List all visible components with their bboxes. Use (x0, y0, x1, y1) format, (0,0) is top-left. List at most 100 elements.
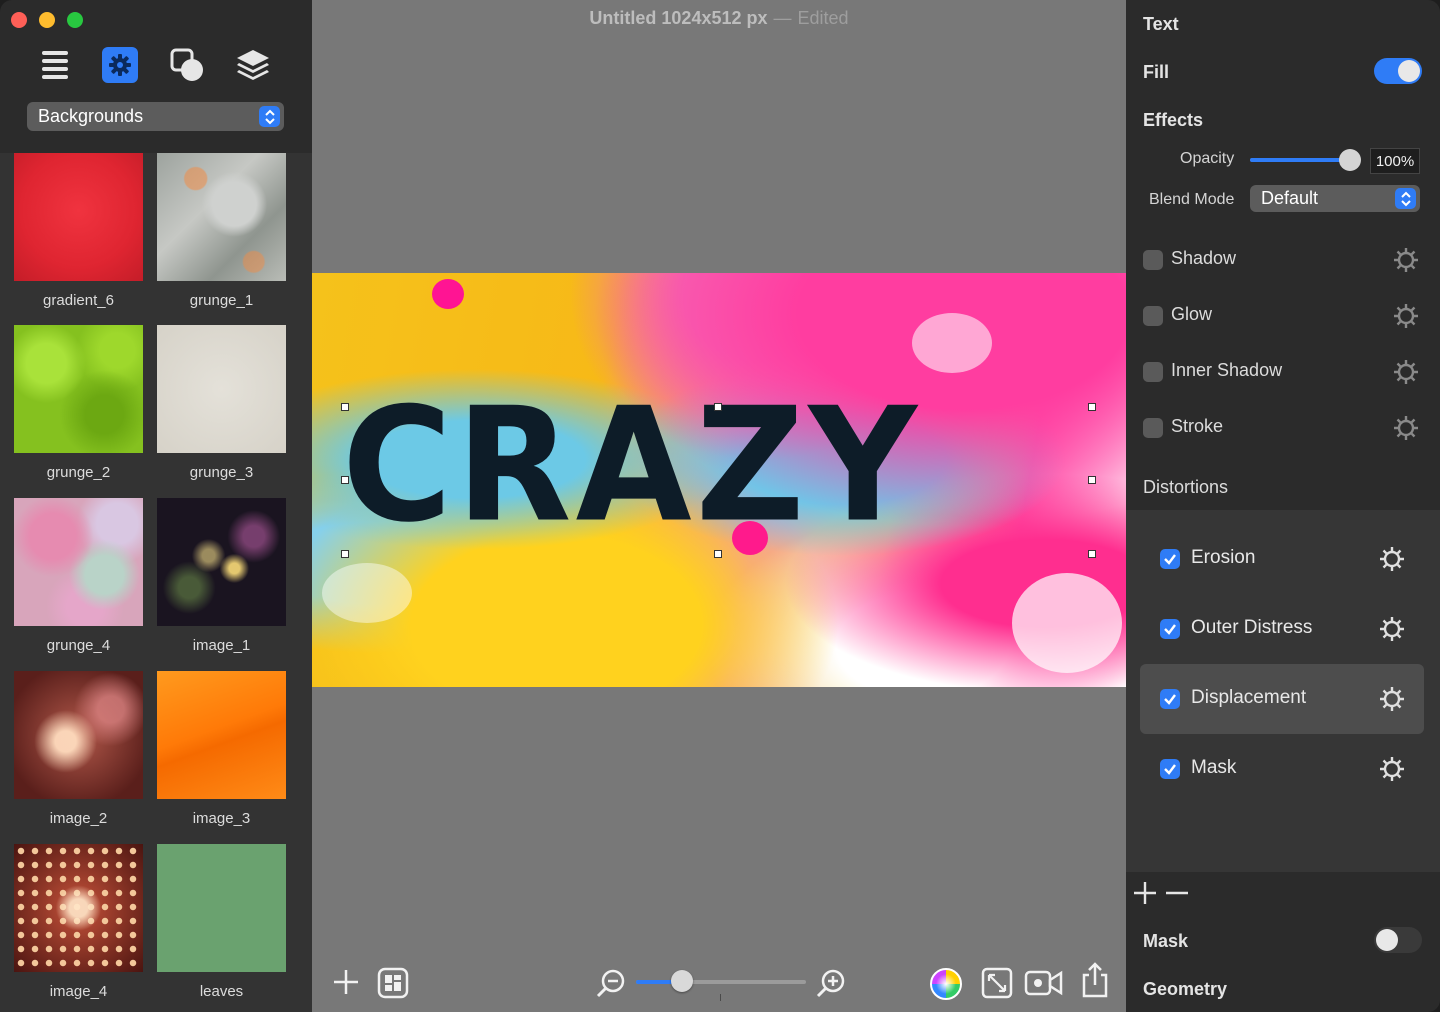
stroke-checkbox[interactable] (1143, 418, 1163, 438)
blend-mode-select[interactable]: Default (1250, 185, 1420, 212)
thumbnail-image (157, 844, 286, 972)
library-item[interactable]: grunge_3 (157, 325, 286, 481)
resize-handle[interactable] (1088, 403, 1096, 411)
grid-layout-icon[interactable] (376, 966, 410, 1000)
opacity-slider-knob[interactable] (1339, 149, 1361, 171)
resize-handle[interactable] (1088, 550, 1096, 558)
library-item[interactable]: image_1 (157, 498, 286, 654)
gear-icon[interactable] (102, 47, 138, 83)
gear-icon[interactable] (1378, 755, 1406, 788)
mask-checkbox[interactable] (1160, 759, 1180, 779)
displacement-checkbox[interactable] (1160, 689, 1180, 709)
remove-icon[interactable] (1164, 880, 1190, 911)
distortion-label: Outer Distress (1191, 617, 1313, 638)
resize-handle[interactable] (714, 550, 722, 558)
thumbnail-image (14, 671, 143, 799)
library-item-label: grunge_3 (189, 464, 254, 481)
category-select[interactable]: Backgrounds (27, 102, 284, 131)
library-item[interactable]: grunge_1 (157, 153, 286, 309)
distortion-row-displacement[interactable]: Displacement (1140, 664, 1424, 734)
distortion-row-mask[interactable]: Mask (1140, 734, 1424, 804)
resize-handle[interactable] (1088, 476, 1096, 484)
toggle-knob (1398, 60, 1420, 82)
gear-icon[interactable] (1392, 302, 1420, 335)
shadow-checkbox[interactable] (1143, 250, 1163, 270)
zoom-in-icon[interactable] (814, 966, 848, 1000)
geometry-section-title[interactable]: Geometry (1143, 979, 1227, 1000)
opacity-slider[interactable] (1250, 149, 1361, 171)
zoom-slider-knob[interactable] (670, 970, 693, 992)
resize-handle[interactable] (341, 476, 349, 484)
zoom-slider[interactable] (636, 970, 806, 992)
thumbnail-image (14, 498, 143, 626)
layers-icon[interactable] (234, 46, 272, 84)
effect-label: Stroke (1171, 416, 1224, 436)
library-item[interactable]: grunge_2 (14, 325, 143, 481)
effect-row-inner-shadow[interactable]: Inner Shadow (1126, 352, 1440, 392)
opacity-value-field[interactable]: 100% (1370, 148, 1420, 174)
resize-handle[interactable] (341, 550, 349, 558)
resize-canvas-icon[interactable] (980, 966, 1014, 1000)
library-item[interactable]: image_2 (14, 671, 143, 827)
category-select-label: Backgrounds (38, 106, 144, 126)
effect-row-shadow[interactable]: Shadow (1126, 240, 1440, 280)
library-item[interactable]: image_4 (14, 844, 143, 1000)
thumbnail-image (157, 153, 286, 281)
glow-checkbox[interactable] (1143, 306, 1163, 326)
paint-splash (1012, 573, 1122, 673)
effect-row-glow[interactable]: Glow (1126, 296, 1440, 336)
paint-splash (322, 563, 412, 623)
fill-toggle[interactable] (1374, 58, 1422, 84)
distortion-row-erosion[interactable]: Erosion (1140, 524, 1424, 594)
minimize-window-button[interactable] (39, 12, 55, 28)
erosion-checkbox[interactable] (1160, 549, 1180, 569)
close-window-button[interactable] (11, 12, 27, 28)
library-item[interactable]: gradient_6 (14, 153, 143, 309)
paint-splash (432, 279, 464, 309)
gear-icon[interactable] (1392, 414, 1420, 447)
gear-icon[interactable] (1392, 246, 1420, 279)
design-canvas[interactable]: CRAZY (312, 273, 1126, 687)
gear-icon[interactable] (1378, 545, 1406, 578)
library-item[interactable]: image_3 (157, 671, 286, 827)
effect-row-stroke[interactable]: Stroke (1126, 408, 1440, 448)
library-item[interactable]: grunge_4 (14, 498, 143, 654)
video-icon[interactable] (1024, 966, 1064, 1000)
editor-area: Untitled 1024x512 px — Edited CRAZY (312, 0, 1126, 1012)
share-icon[interactable] (1078, 960, 1112, 1000)
add-icon[interactable] (1132, 880, 1158, 911)
resize-handle[interactable] (714, 403, 722, 411)
library-item-label: grunge_1 (189, 292, 254, 309)
gear-icon[interactable] (1378, 615, 1406, 648)
library-item-label: image_1 (192, 637, 251, 654)
gear-icon[interactable] (1392, 358, 1420, 391)
mask-section-title: Mask (1143, 931, 1189, 951)
chevron-updown-icon (259, 106, 280, 127)
zoom-window-button[interactable] (67, 12, 83, 28)
canvas-text-layer[interactable]: CRAZY (342, 387, 921, 545)
list-icon[interactable] (36, 46, 74, 84)
thumbnail-image (157, 671, 286, 799)
inspector-panel: Text Fill Effects Opacity 100% Blend Mod… (1126, 0, 1440, 1012)
thumbnail-image (157, 498, 286, 626)
thumbnail-image (157, 325, 286, 453)
library-item-label: image_3 (192, 810, 251, 827)
text-section-title[interactable]: Text (1143, 14, 1179, 35)
gear-icon[interactable] (1378, 685, 1406, 718)
color-wheel-icon[interactable] (928, 966, 964, 1002)
library-item[interactable]: leaves (157, 844, 286, 1000)
opacity-label: Opacity (1180, 150, 1235, 167)
chevron-updown-icon (1395, 188, 1416, 209)
mask-toggle[interactable] (1374, 927, 1422, 953)
shapes-icon[interactable] (168, 46, 206, 84)
library-item-label: leaves (199, 983, 244, 1000)
document-title: Untitled 1024x512 px (589, 8, 768, 28)
bottom-toolbar (312, 958, 1126, 1008)
opacity-slider-fill (1250, 158, 1350, 162)
distortion-row-outer-distress[interactable]: Outer Distress (1140, 594, 1424, 664)
outer-distress-checkbox[interactable] (1160, 619, 1180, 639)
add-icon[interactable] (330, 966, 362, 998)
inner-shadow-checkbox[interactable] (1143, 362, 1163, 382)
resize-handle[interactable] (341, 403, 349, 411)
zoom-out-icon[interactable] (594, 966, 628, 1000)
